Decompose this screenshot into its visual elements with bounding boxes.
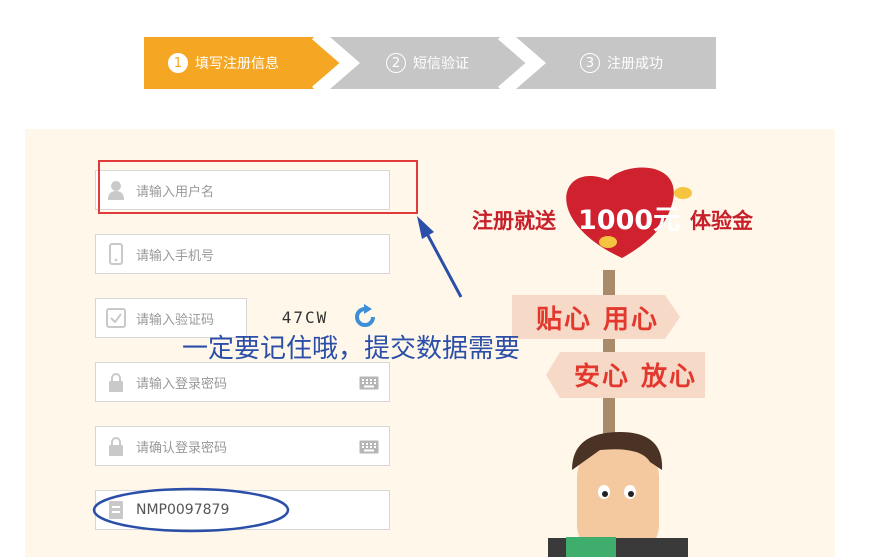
highlight-ellipse — [92, 487, 290, 533]
annotation-overlay — [92, 216, 463, 533]
annotation-arrowhead — [417, 216, 434, 239]
registration-page: 1 填写注册信息 2 短信验证 3 注册成功 请输入用户名 请输入手机号 请输入… — [0, 0, 875, 557]
annotation-arrow — [422, 227, 463, 298]
annotation-note: 一定要记住哦，提交数据需要 — [182, 334, 521, 364]
